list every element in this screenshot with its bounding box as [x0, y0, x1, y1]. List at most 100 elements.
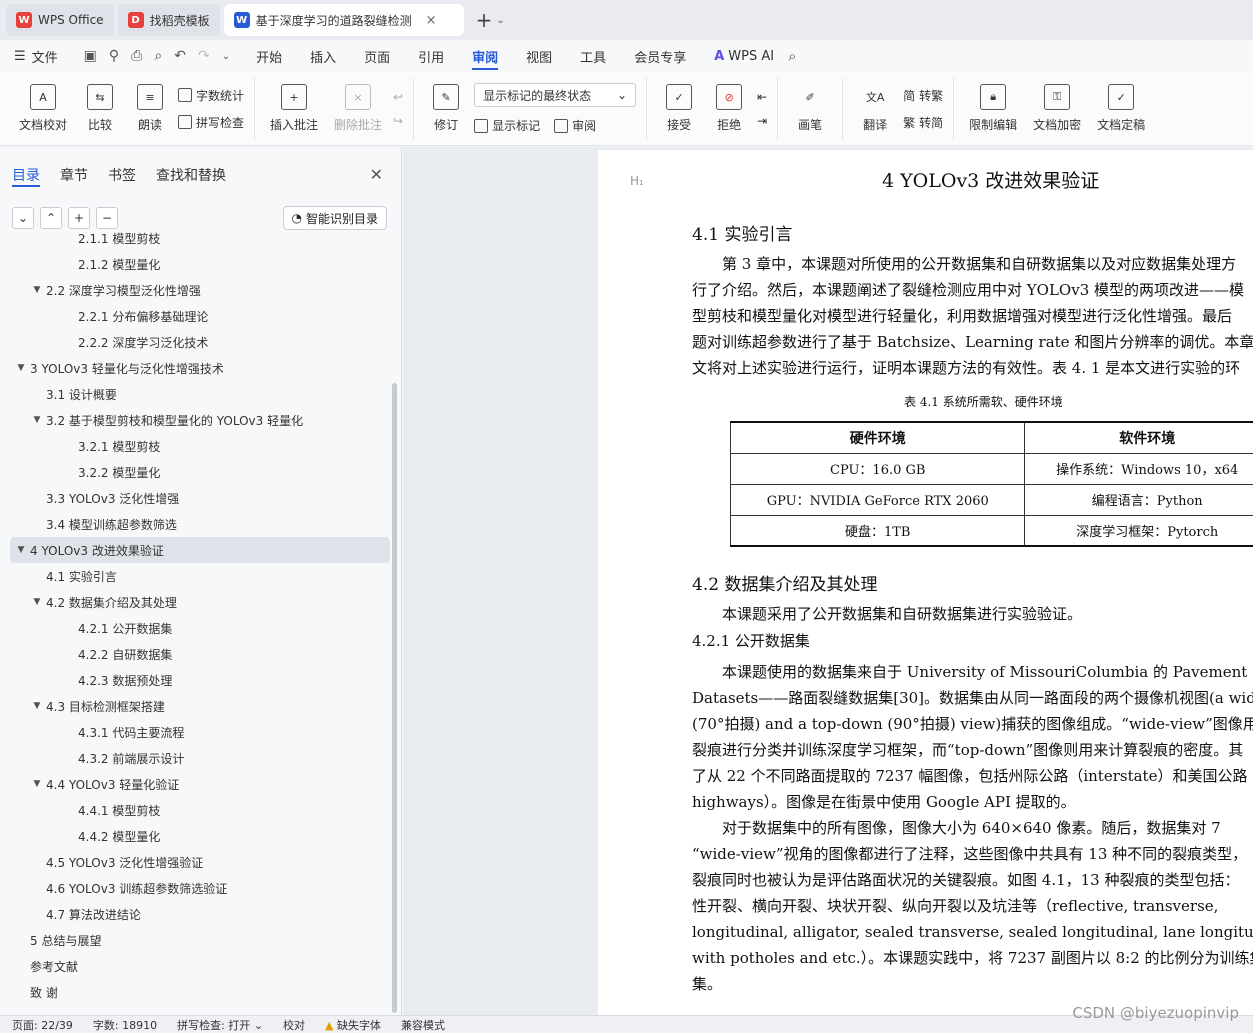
toc-item[interactable]: 4.2.2 自研数据集 [10, 641, 390, 667]
toc-item[interactable]: 3.2.2 模型量化 [10, 459, 390, 485]
show-markup-button[interactable]: 显示标记 [474, 117, 540, 134]
nav-tab-bookmarks[interactable]: 书签 [108, 165, 136, 187]
toc-item[interactable]: ▼ 4.3 目标检测框架搭建 [10, 693, 390, 719]
insert-comment-button[interactable]: + 插入批注 [265, 79, 323, 139]
toc-item[interactable]: ▼ 4.2 数据集介绍及其处理 [10, 589, 390, 615]
toc-item[interactable]: 4.4.2 模型量化 [10, 823, 390, 849]
finalize-button[interactable]: ✓ 文档定稿 [1092, 79, 1150, 139]
prev-comment-icon[interactable]: ↩ [393, 90, 403, 104]
toc-item[interactable]: ▼ 4 YOLOv3 改进效果验证 [10, 537, 390, 563]
wps-ai-button[interactable]: A WPS AI [700, 40, 788, 72]
spell-check-status[interactable]: 拼写检查: 打开 ⌄ [177, 1017, 263, 1033]
toc-item[interactable]: 4.3.1 代码主要流程 [10, 719, 390, 745]
more-icon[interactable]: ⌄ [222, 51, 230, 62]
toc-item[interactable]: 2.1.2 模型量化 [10, 251, 390, 277]
review-pane-button[interactable]: 审阅 [554, 117, 596, 134]
word-count-button[interactable]: 字数统计 [178, 87, 244, 104]
undo-icon[interactable]: ↶ [174, 48, 186, 64]
menu-view[interactable]: 视图 [512, 40, 566, 72]
toc-item[interactable]: 2.2.1 分布偏移基础理论 [10, 303, 390, 329]
menu-page[interactable]: 页面 [350, 40, 404, 72]
toc-item[interactable]: ▼ 2.2 深度学习模型泛化性增强 [10, 277, 390, 303]
toc-item[interactable]: ▼ 4.4 YOLOv3 轻量化验证 [10, 771, 390, 797]
toc-item[interactable]: 3.2.1 模型剪枝 [10, 433, 390, 459]
toc-scrollbar[interactable] [392, 383, 397, 1013]
menu-insert[interactable]: 插入 [296, 40, 350, 72]
toc-item[interactable]: 参考文献 [10, 953, 390, 979]
toc-item[interactable]: 5 总结与展望 [10, 927, 390, 953]
toc-item[interactable]: ▼ 3 YOLOv3 轻量化与泛化性增强技术 [10, 355, 390, 381]
toc-item[interactable]: 2.2.2 深度学习泛化技术 [10, 329, 390, 355]
close-tab-icon[interactable]: × [426, 13, 437, 28]
close-icon[interactable]: ✕ [370, 165, 383, 184]
tab-document[interactable]: W 基于深度学习的道路裂缝检测 × [223, 4, 464, 36]
print-icon[interactable]: ⎙ [131, 48, 142, 64]
word-count-status[interactable]: 字数: 18910 [93, 1017, 157, 1033]
toc-item[interactable]: ▼ 3.2 基于模型剪枝和模型量化的 YOLOv3 轻量化 [10, 407, 390, 433]
menu-review[interactable]: 审阅 [458, 40, 512, 72]
next-change-icon[interactable]: ⇥ [757, 114, 767, 128]
spell-check-button[interactable]: 拼写检查 [178, 114, 244, 131]
collapse-arrow-icon[interactable]: ▼ [30, 701, 44, 711]
tab-docer[interactable]: D 找稻壳模板 [117, 4, 220, 36]
toc-item[interactable]: 4.2.1 公开数据集 [10, 615, 390, 641]
search-icon[interactable]: ⌕ [788, 47, 796, 65]
translate-button[interactable]: 文A 翻译 [853, 79, 897, 139]
menu-reference[interactable]: 引用 [404, 40, 458, 72]
collapse-arrow-icon[interactable]: ▼ [30, 779, 44, 789]
collapse-arrow-icon[interactable]: ▼ [30, 285, 44, 295]
accept-button[interactable]: ✓ 接受 [657, 79, 701, 139]
save-icon[interactable]: ▣ [84, 48, 97, 64]
toc-item[interactable]: 4.5 YOLOv3 泛化性增强验证 [10, 849, 390, 875]
redo-icon[interactable]: ↷ [198, 48, 210, 64]
toc-item[interactable]: 致 谢 [10, 979, 390, 1001]
toc-item[interactable]: 3.4 模型训练超参数筛选 [10, 511, 390, 537]
toc-item[interactable]: 4.7 算法改进结论 [10, 901, 390, 927]
reject-button[interactable]: ⊘ 拒绝 [707, 79, 751, 139]
toc-item[interactable]: 4.2.3 数据预处理 [10, 667, 390, 693]
doc-check-icon: A [30, 84, 56, 110]
encrypt-button[interactable]: ⚿ 文档加密 [1028, 79, 1086, 139]
prev-change-icon[interactable]: ⇤ [757, 90, 767, 104]
toc-item[interactable]: 3.1 设计概要 [10, 381, 390, 407]
new-tab-icon[interactable]: + [476, 8, 493, 32]
collapse-arrow-icon[interactable]: ▼ [14, 545, 28, 555]
markup-state-dropdown[interactable]: 显示标记的最终状态 ⌄ [474, 83, 637, 107]
restrict-edit-button[interactable]: 🔒︎ 限制编辑 [964, 79, 1022, 139]
to-simplified-button[interactable]: 繁转简 [903, 114, 943, 131]
nav-tab-toc[interactable]: 目录 [12, 165, 40, 187]
pen-button[interactable]: ✐ 画笔 [788, 79, 832, 139]
missing-font-status[interactable]: ▲ 缺失字体 [325, 1017, 381, 1033]
heading-marker-icon[interactable]: H₁ [630, 174, 644, 188]
chevron-down-icon[interactable]: ⌄ [496, 15, 504, 26]
menu-member[interactable]: 会员专享 [620, 40, 700, 72]
collapse-arrow-icon[interactable]: ▼ [30, 415, 44, 425]
reject-icon: ⊘ [716, 84, 743, 110]
revise-button[interactable]: ✎ 修订 [424, 79, 468, 139]
proof-status[interactable]: 校对 [283, 1017, 305, 1033]
toc-item[interactable]: 3.3 YOLOv3 泛化性增强 [10, 485, 390, 511]
collapse-arrow-icon[interactable]: ▼ [30, 597, 44, 607]
next-comment-icon[interactable]: ↪ [393, 114, 403, 128]
page-indicator[interactable]: 页面: 22/39 [12, 1017, 73, 1033]
to-traditional-button[interactable]: 简转繁 [903, 87, 943, 104]
doc-check-button[interactable]: A 文档校对 [14, 79, 72, 139]
delete-comment-button[interactable]: × 删除批注 [329, 79, 387, 139]
print-preview-icon[interactable]: ⌕ [154, 48, 162, 64]
link-icon[interactable]: ⚲ [109, 48, 119, 64]
toc-item[interactable]: 2.1.1 模型剪枝 [10, 225, 390, 251]
document-page[interactable]: H₁ 4 YOLOv3 改进效果验证 4.1 实验引言 第 3 章中，本课题对所… [598, 150, 1253, 1015]
toc-item[interactable]: 4.3.2 前端展示设计 [10, 745, 390, 771]
collapse-arrow-icon[interactable]: ▼ [14, 363, 28, 373]
nav-tab-find-replace[interactable]: 查找和替换 [156, 165, 226, 187]
menu-tools[interactable]: 工具 [566, 40, 620, 72]
toc-item[interactable]: 4.4.1 模型剪枝 [10, 797, 390, 823]
toc-item[interactable]: 4.1 实验引言 [10, 563, 390, 589]
compare-button[interactable]: ⇆ 比较 [78, 79, 122, 139]
toc-item[interactable]: 4.6 YOLOv3 训练超参数筛选验证 [10, 875, 390, 901]
nav-tab-sections[interactable]: 章节 [60, 165, 88, 187]
file-menu[interactable]: ☰ 文件 [0, 40, 72, 72]
read-aloud-button[interactable]: ≡ 朗读 [128, 79, 172, 139]
tab-wps-office[interactable]: W WPS Office [6, 4, 114, 36]
menu-start[interactable]: 开始 [242, 40, 296, 72]
